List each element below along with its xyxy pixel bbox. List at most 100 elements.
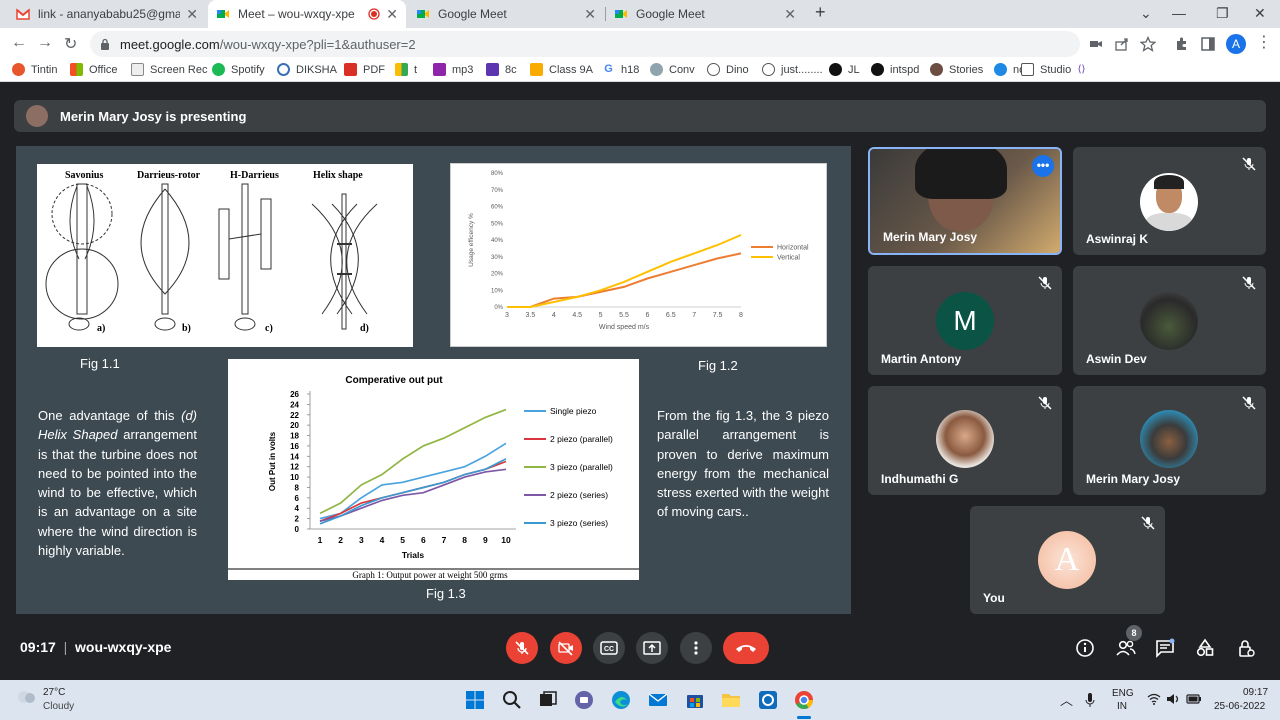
side-panel-icon[interactable] [1200,36,1216,52]
mic-off-icon [1038,276,1052,290]
reload-icon[interactable]: ↻ [64,34,77,54]
new-tab-button[interactable]: + [815,2,826,23]
close-window-button[interactable]: ✕ [1254,5,1266,22]
captions-button[interactable]: CC [593,632,625,664]
app-icon[interactable] [757,689,779,711]
browser-tab-strip: link - ananyababu25@gmail.com ✕ Meet – w… [0,0,1280,28]
edge-icon[interactable] [610,689,632,711]
x-tick-label: 3 [505,312,509,319]
bookmark-item[interactable]: Class 9A [530,63,593,76]
battery-icon[interactable] [1186,693,1202,705]
store-icon[interactable] [684,689,706,711]
forward-arrow-icon[interactable]: → [37,34,53,52]
people-button[interactable]: 8 [1115,625,1142,658]
meet-icon [615,10,627,18]
more-options-button[interactable] [680,632,712,664]
task-view-icon[interactable] [537,689,559,711]
chat-icon[interactable] [1155,638,1175,658]
bookmark-star-icon[interactable] [1140,36,1156,52]
tintin-icon [12,63,25,76]
close-icon[interactable]: ✕ [584,6,596,23]
participant-tile[interactable]: M Martin Antony [868,266,1062,375]
bookmark-item[interactable]: Office [70,63,118,76]
bookmark-item[interactable]: DIKSHA [277,63,337,76]
share-icon[interactable] [1114,36,1130,52]
profile-avatar[interactable]: A [1226,34,1246,54]
tab-meet-active[interactable]: Meet – wou-wxqy-xpe ✕ [208,0,406,28]
bookmark-item[interactable]: Conv [650,63,695,76]
tab-google-meet-1[interactable]: Google Meet ✕ [408,0,604,28]
participant-tile[interactable]: Aswinraj K [1073,147,1266,255]
bookmark-item[interactable]: mp3 [433,63,473,76]
fig-caption: Fig 1.1 [80,356,120,371]
bookmark-item[interactable]: Dino [707,63,749,76]
search-icon[interactable] [501,689,523,711]
teams-chat-icon[interactable] [573,689,595,711]
bookmark-item[interactable]: intspd [871,63,919,76]
classroom-icon [530,63,543,76]
bookmark-item[interactable]: Gh18 [602,63,639,76]
language-indicator[interactable]: ENG [1112,688,1134,699]
mic-off-icon [1038,396,1052,410]
chrome-icon[interactable] [793,689,815,711]
bookmark-item[interactable]: just........ [762,63,823,76]
y-tick-label: 40% [491,238,504,244]
bookmark-item[interactable]: Stories [930,63,983,76]
back-arrow-icon[interactable]: ← [11,34,27,52]
meeting-info-icon[interactable] [1075,638,1095,658]
participant-tile[interactable]: Indhumathi G [868,386,1062,495]
host-controls-lock-icon[interactable] [1236,638,1256,658]
close-icon[interactable]: ✕ [186,6,198,23]
mic-off-icon [515,641,529,655]
bookmark-item[interactable]: 8c [486,63,517,76]
participant-tile[interactable]: Merin Mary Josy [1073,386,1266,495]
leave-call-button[interactable] [723,632,769,664]
tab-google-meet-2[interactable]: Google Meet ✕ [606,0,804,28]
participant-tile[interactable]: Aswin Dev [1073,266,1266,375]
participant-tile-speaking[interactable]: ••• Merin Mary Josy [868,147,1062,255]
series-line [319,408,507,515]
url-bar[interactable]: meet.google.com/wou-wxqy-xpe?pli=1&authu… [90,31,1080,57]
pdf-icon [344,63,357,76]
bookmark-item[interactable]: Screen Rec [131,63,207,76]
file-explorer-icon[interactable] [720,689,742,711]
bookmark-item[interactable]: Studio [1021,63,1071,76]
bookmark-item[interactable]: t [395,63,417,76]
bookmark-item[interactable]: ⟨⟩ [1075,63,1094,76]
minimize-button[interactable]: — [1172,5,1186,21]
bookmark-item[interactable]: Spotify [212,63,265,76]
mail-icon[interactable] [647,689,669,711]
savonius-drawing [45,183,119,331]
participant-tile-self[interactable]: A You [970,506,1165,614]
wifi-icon[interactable] [1147,693,1161,705]
close-icon[interactable]: ✕ [784,6,796,23]
present-now-button[interactable] [636,632,668,664]
bookmark-item[interactable]: PDF [344,63,385,76]
camera-toggle-button[interactable] [550,632,582,664]
x-tick-label: 2 [338,535,343,545]
x-tick-label: 3.5 [526,312,536,319]
microphone-tray-icon[interactable] [1084,692,1096,708]
volume-icon[interactable] [1166,693,1180,705]
tab-gmail[interactable]: link - ananyababu25@gmail.com ✕ [8,0,206,28]
bookmark-item[interactable]: JL [829,63,860,76]
tray-overflow-icon[interactable]: ︿ [1060,690,1073,709]
x-tick-label: 5 [400,535,405,545]
menu-kebab-icon[interactable]: ⋮ [1256,32,1272,52]
svg-text:CC: CC [604,646,614,653]
y-axis-title: Usage efficency % [468,213,475,267]
tab-search-icon[interactable]: ⌄ [1140,5,1152,22]
extensions-icon[interactable] [1174,36,1190,52]
camera-icon[interactable] [1088,36,1104,52]
list-icon [486,63,499,76]
close-icon[interactable]: ✕ [386,6,398,23]
participant-name: Aswinraj K [1086,232,1149,246]
activities-icon[interactable] [1195,638,1215,658]
taskbar-time[interactable]: 09:17 [1243,687,1268,698]
windows-start-icon[interactable] [464,689,486,711]
participant-avatar [936,410,994,468]
mic-toggle-button[interactable] [506,632,538,664]
more-options-button[interactable]: ••• [1032,155,1054,177]
bookmark-item[interactable]: Tintin [12,63,58,76]
maximize-button[interactable]: ❐ [1216,5,1229,22]
